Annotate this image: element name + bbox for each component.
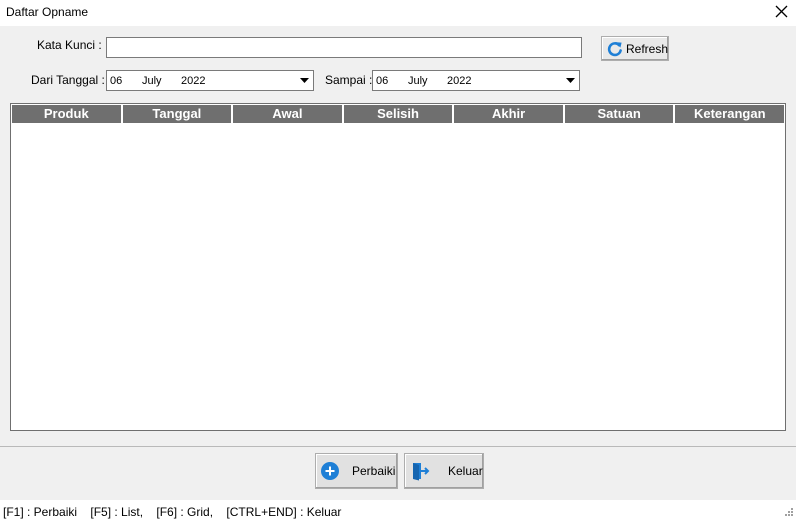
chevron-down-icon xyxy=(300,78,309,83)
column-header-akhir[interactable]: Akhir xyxy=(454,105,565,123)
from-date-month: July xyxy=(142,75,162,87)
filter-panel: Kata Kunci : Refresh Dari Tanggal : 06 J… xyxy=(0,26,796,96)
column-header-awal[interactable]: Awal xyxy=(233,105,344,123)
status-bar: [F1] : Perbaiki [F5] : List, [F6] : Grid… xyxy=(0,500,796,522)
keyword-input[interactable] xyxy=(106,37,582,58)
exit-door-icon xyxy=(409,460,431,482)
from-date-label: Dari Tanggal : xyxy=(31,73,105,87)
to-date-day: 06 xyxy=(376,75,389,87)
keluar-label: Keluar xyxy=(448,464,483,478)
close-icon xyxy=(775,5,788,18)
column-header-selisih[interactable]: Selisih xyxy=(344,105,455,123)
plus-circle-icon xyxy=(319,460,341,482)
keluar-button[interactable]: Keluar xyxy=(404,453,484,489)
column-header-satuan[interactable]: Satuan xyxy=(565,105,676,123)
grid-panel: Produk Tanggal Awal Selisih Akhir Satuan… xyxy=(0,96,796,446)
from-date-picker[interactable]: 06 July 2022 xyxy=(106,70,314,91)
perbaiki-button[interactable]: Perbaiki xyxy=(315,453,398,489)
column-header-keterangan[interactable]: Keterangan xyxy=(675,105,784,123)
chevron-down-icon xyxy=(566,78,575,83)
from-date-day: 06 xyxy=(110,75,123,87)
window-title: Daftar Opname xyxy=(6,5,89,19)
to-date-dropdown[interactable] xyxy=(563,72,578,89)
to-date-picker[interactable]: 06 July 2022 xyxy=(372,70,580,91)
refresh-button[interactable]: Refresh xyxy=(601,36,669,61)
column-header-tanggal[interactable]: Tanggal xyxy=(123,105,234,123)
keyword-label: Kata Kunci : xyxy=(37,38,102,52)
grid-header: Produk Tanggal Awal Selisih Akhir Satuan… xyxy=(12,105,784,123)
opname-grid[interactable]: Produk Tanggal Awal Selisih Akhir Satuan… xyxy=(10,103,786,431)
to-date-month: July xyxy=(408,75,428,87)
to-date-label: Sampai : xyxy=(325,73,373,87)
from-date-year: 2022 xyxy=(181,75,206,87)
shortcut-hints: [F1] : Perbaiki [F5] : List, [F6] : Grid… xyxy=(3,505,342,519)
column-header-produk[interactable]: Produk xyxy=(12,105,123,123)
close-button[interactable] xyxy=(768,0,796,24)
action-panel: Perbaiki Keluar xyxy=(0,447,796,500)
to-date-year: 2022 xyxy=(447,75,472,87)
resize-grip-icon[interactable] xyxy=(784,506,794,520)
refresh-icon xyxy=(607,41,623,57)
refresh-label: Refresh xyxy=(626,41,669,56)
from-date-dropdown[interactable] xyxy=(297,72,312,89)
title-bar: Daftar Opname xyxy=(0,0,796,26)
perbaiki-label: Perbaiki xyxy=(352,464,396,478)
